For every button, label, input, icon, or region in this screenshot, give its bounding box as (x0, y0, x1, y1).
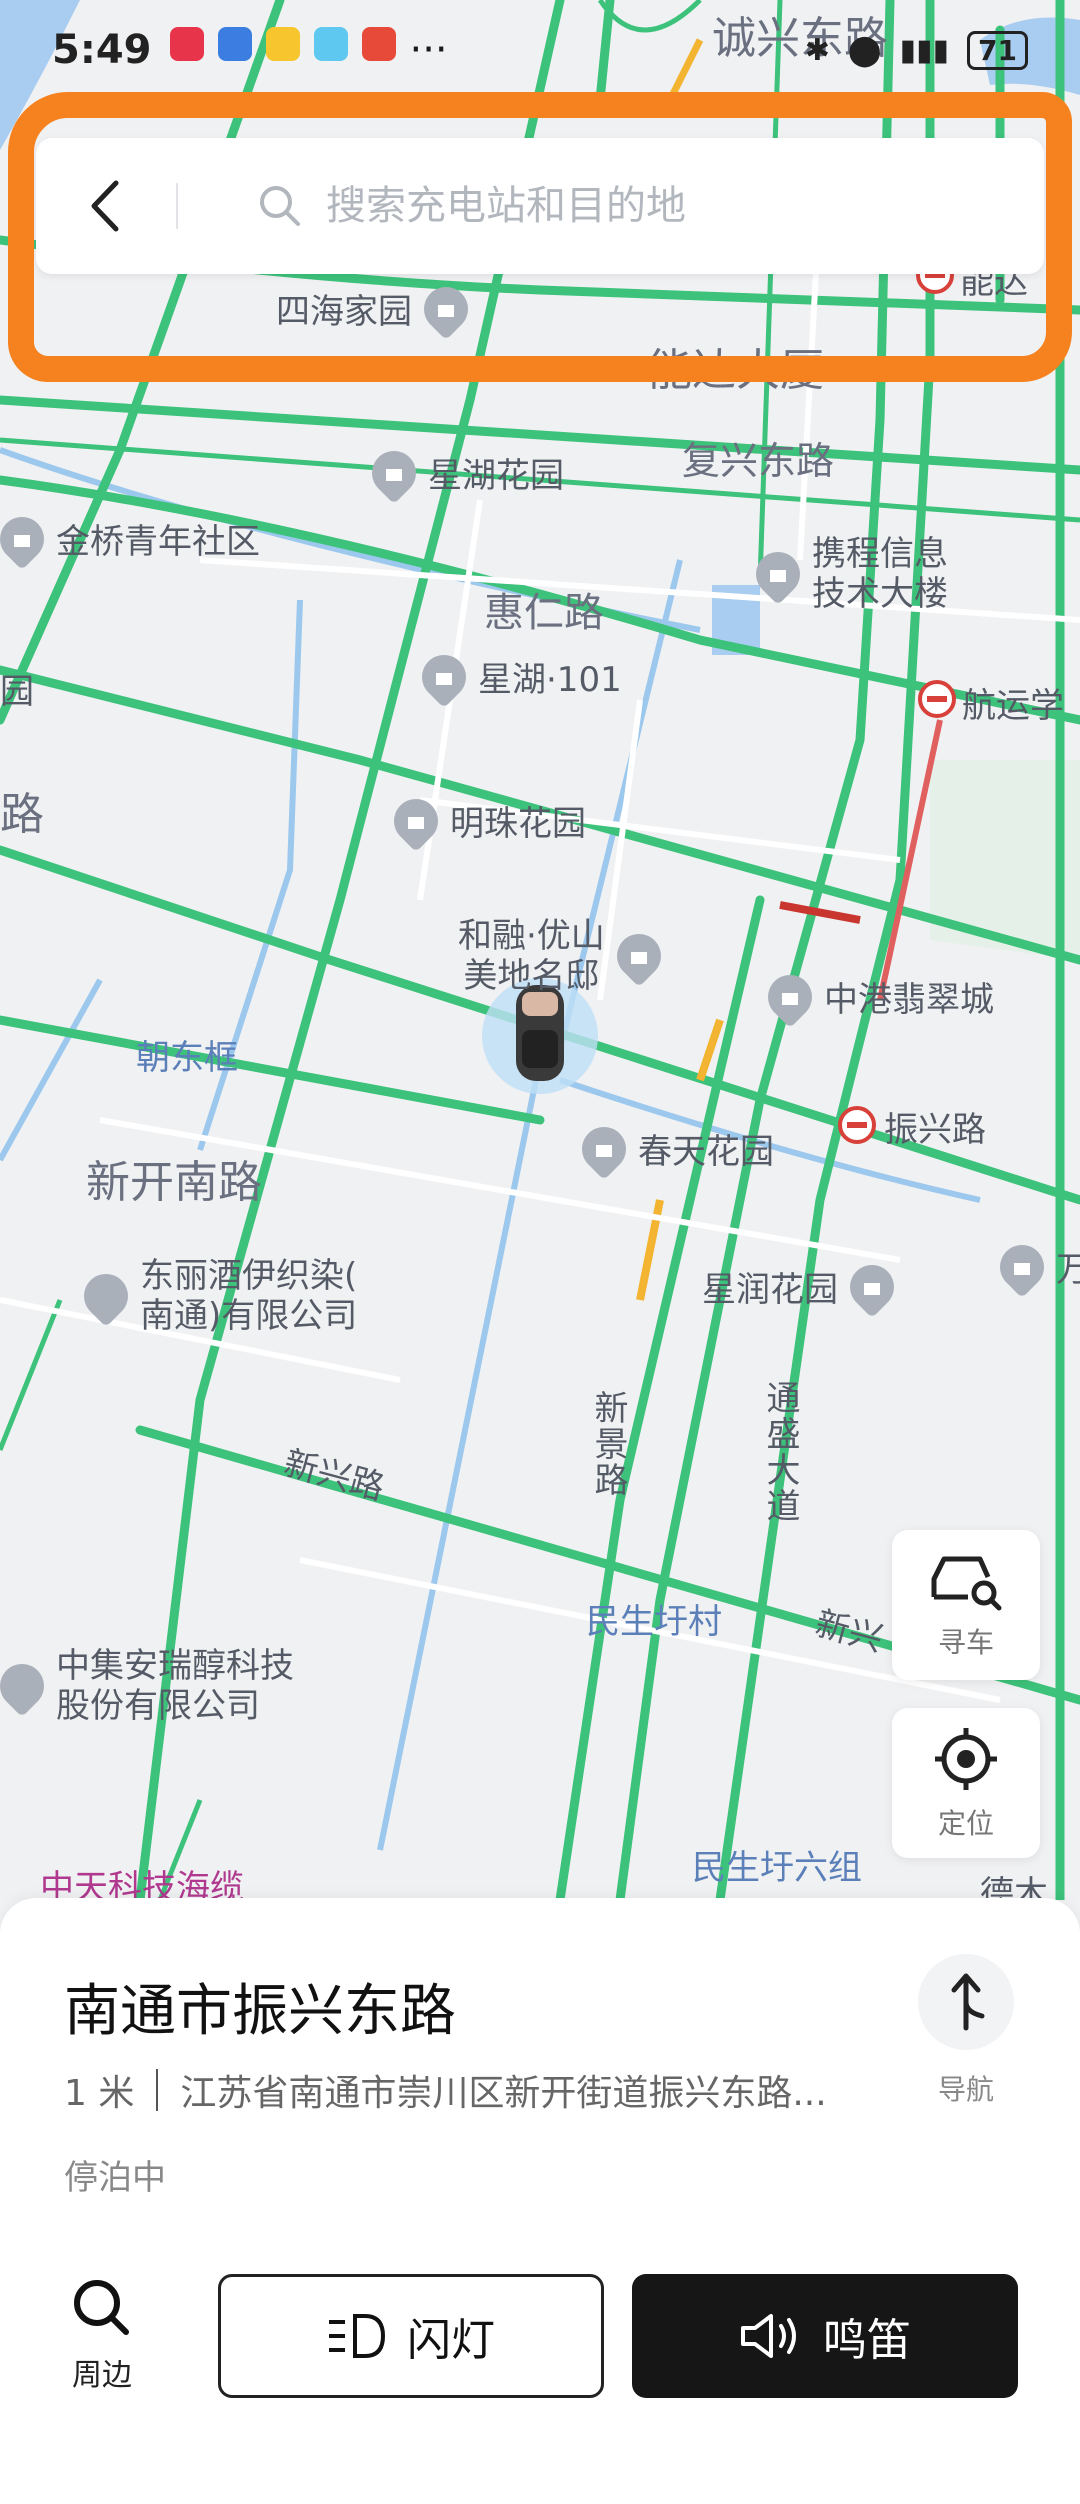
location-icon: ⬤ (847, 32, 882, 68)
flash-label: 闪灯 (407, 2315, 495, 2366)
area-label: 民生圩村 (586, 1602, 722, 1642)
area-label: 民生圩六组 (692, 1848, 862, 1888)
place-title: 南通市振兴东路 (64, 1979, 456, 2044)
distance: 1 米 (64, 2073, 135, 2114)
building-icon (746, 542, 810, 606)
search-icon (74, 2280, 129, 2335)
poi-label: 金桥青年社区 (56, 522, 260, 562)
poi-zhongji[interactable]: 中集安瑞醇科技 股份有限公司 (0, 1646, 294, 1726)
poi-xingrun[interactable]: 星润花园 (702, 1255, 904, 1318)
poi-xinghu101[interactable]: 星湖·101 (412, 645, 622, 708)
poi-chuntian[interactable]: 春天花园 (572, 1117, 774, 1180)
signal-icon: ▮▮▮ (899, 32, 950, 68)
building-icon (572, 1117, 636, 1180)
system-status: ✱ ⬤ ▮▮▮ 71 (804, 30, 1028, 70)
poi-label: 和融·优山 美地名邸 (458, 916, 605, 996)
battery-indicator: 71 (967, 30, 1028, 70)
building-icon (412, 645, 476, 708)
map-label: 航运学 (962, 686, 1064, 726)
metro-icon (838, 1106, 876, 1144)
status-bar: 5:49 ··· ✱ ⬤ ▮▮▮ 71 (0, 0, 1080, 100)
building-icon (990, 1235, 1054, 1298)
poi-dongli[interactable]: 东丽酒伊织染( 南通)有限公司 (74, 1256, 358, 1336)
more-notifications-icon: ··· (409, 27, 448, 73)
poi-label: 春天花园 (638, 1132, 774, 1172)
road-label: 通盛大道 (760, 1380, 800, 1524)
poi-label: 携程信息 技术大楼 (812, 534, 948, 614)
notification-app-icon (361, 27, 396, 61)
poi-label: 东丽酒伊织染( 南通)有限公司 (140, 1256, 358, 1336)
road-label: 惠仁路 (484, 590, 604, 636)
road-label: 新开南路 (86, 1157, 262, 1208)
poi-label: 中集安瑞醇科技 股份有限公司 (56, 1646, 294, 1726)
divider (156, 2069, 159, 2111)
meituan-icon (265, 27, 300, 61)
address: 江苏省南通市崇川区新开街道振兴东路... (180, 2073, 827, 2114)
flash-lights-button[interactable]: 闪灯 (218, 2274, 604, 2398)
speaker-icon (741, 2314, 796, 2358)
poi-label: 明珠花园 (450, 804, 586, 844)
place-info: 1 米 江苏省南通市崇川区新开街道振兴东路... (64, 2064, 870, 2116)
poi-zhonggang[interactable]: 中港翡翠城 (758, 965, 994, 1028)
road-label: 复兴东路 (682, 439, 835, 483)
location-pin-icon (0, 1654, 54, 1718)
car-search-icon (931, 1556, 1002, 1611)
poi-mingzhu[interactable]: 明珠花园 (384, 789, 586, 852)
horn-label: 鸣笛 (823, 2315, 911, 2366)
nearby-label: 周边 (72, 2358, 132, 2393)
find-car-label: 寻车 (937, 1626, 994, 1659)
poi-label: 星湖花园 (428, 456, 564, 496)
road-label: 新景路 (588, 1390, 628, 1498)
crosshair-icon (935, 1728, 997, 1790)
annotation-highlight (8, 92, 1072, 382)
building-icon (0, 507, 54, 570)
nearby-button[interactable]: 周边 (62, 2276, 142, 2394)
action-bar: 周边 闪灯 鸣笛 (0, 2272, 1080, 2402)
poi-xinghu[interactable]: 星湖花园 (362, 441, 564, 504)
vehicle-location-sheet: 南通市振兴东路 1 米 江苏省南通市崇川区新开街道振兴东路... 停泊中 导航 … (0, 1898, 1080, 2504)
locate-button[interactable]: 定位 (892, 1708, 1040, 1858)
poi-jinqiao[interactable]: 金桥青年社区 (0, 507, 260, 570)
horn-button[interactable]: 鸣笛 (632, 2274, 1018, 2398)
poi-wan[interactable]: 万 (990, 1235, 1080, 1298)
area-label: 朝东框 (136, 1038, 238, 1078)
navigation-arrow-icon (951, 1973, 985, 2031)
poi-xiecheng[interactable]: 携程信息 技术大楼 (746, 534, 948, 614)
navigate-button[interactable]: 导航 (916, 1954, 1016, 2108)
poi-label: 中港翡翠城 (824, 980, 994, 1020)
navigate-label: 导航 (937, 2073, 994, 2106)
poi-herong[interactable]: 和融·优山 美地名邸 (458, 916, 670, 996)
poi-label: 星湖·101 (478, 660, 622, 700)
find-car-button[interactable]: 寻车 (892, 1530, 1040, 1680)
notification-icons: ··· (169, 27, 448, 73)
navigate-icon-circle (918, 1954, 1014, 2050)
notification-app-icon (313, 27, 348, 61)
notification-app-icon (169, 27, 204, 61)
building-icon (758, 965, 822, 1028)
bluetooth-icon: ✱ (804, 32, 830, 68)
status-time: 5:49 (52, 27, 152, 73)
building-icon (384, 789, 448, 852)
metro-label: 振兴路 (884, 1110, 986, 1150)
building-icon (362, 441, 426, 504)
headlight-icon (329, 2314, 386, 2358)
map-label: 园 (0, 672, 34, 712)
building-icon (607, 924, 670, 988)
metro-icon (918, 680, 956, 718)
notification-app-icon (217, 27, 252, 61)
poi-label: 星润花园 (702, 1270, 838, 1310)
poi-label: 万 (1056, 1250, 1080, 1290)
road-label: 路 (0, 789, 44, 840)
location-pin-icon (74, 1264, 138, 1328)
building-icon (840, 1255, 904, 1318)
locate-label: 定位 (937, 1807, 994, 1840)
parking-status: 停泊中 (64, 2158, 166, 2198)
